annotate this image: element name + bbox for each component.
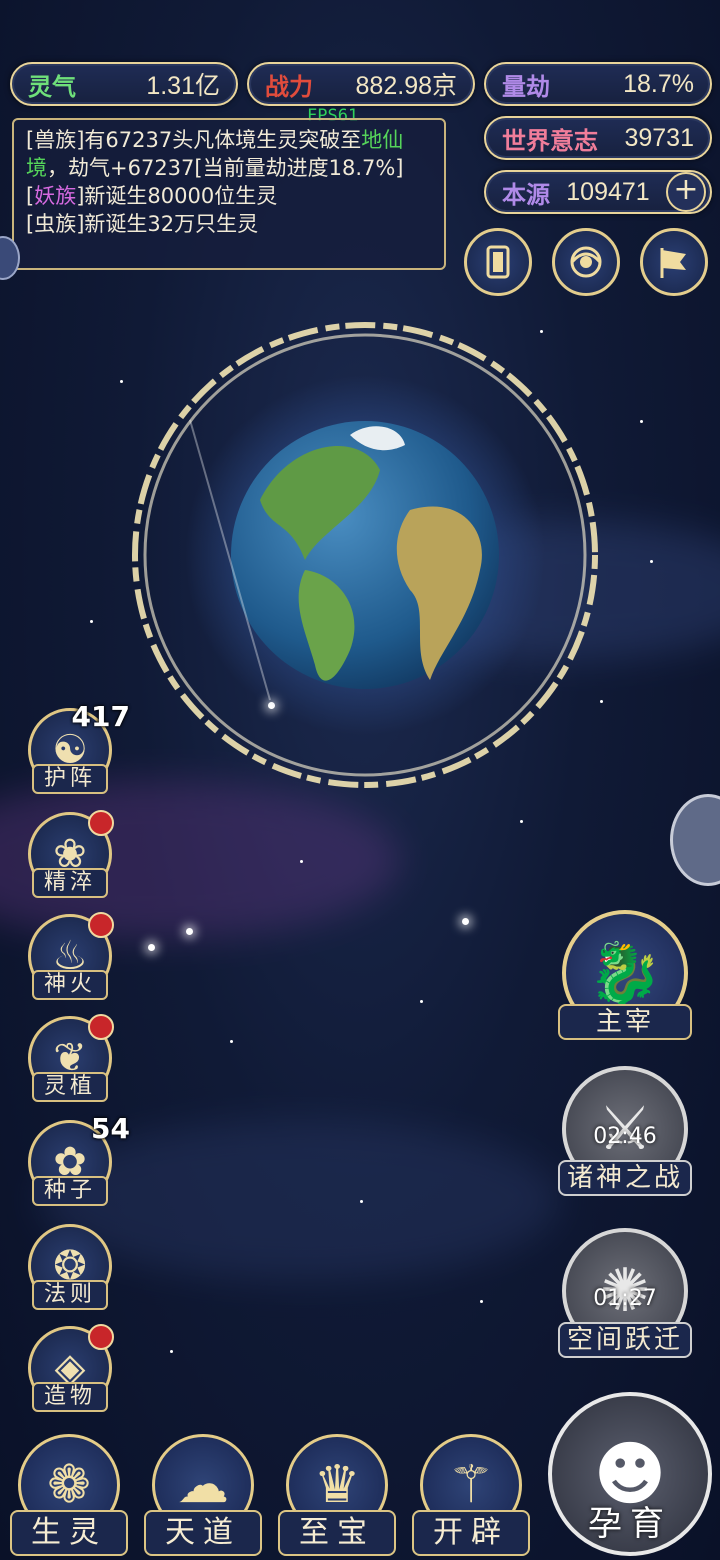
notification-dot xyxy=(88,1324,114,1350)
star xyxy=(360,1200,363,1203)
zhushen-battle-button[interactable]: ⚔ 02:46 诸神之战 xyxy=(558,1066,692,1196)
bottom-tab-label: 生灵 xyxy=(10,1510,128,1556)
space-jump-label: 空间跃迁 xyxy=(558,1322,692,1358)
log-text: ]新诞生80000位生灵 xyxy=(76,184,278,208)
stat-shijie[interactable]: 世界意志 39731 xyxy=(484,116,712,160)
space-jump-button[interactable]: ✺ 01:27 空间跃迁 xyxy=(558,1228,692,1358)
stat-zhanli[interactable]: 战力 882.98京 xyxy=(247,62,475,106)
log-text: [兽族]有67237头凡体境生灵突破至 xyxy=(26,128,362,152)
side-item-label: 造物 xyxy=(32,1382,108,1412)
star xyxy=(640,420,643,423)
stat-lingqi[interactable]: 灵气 1.31亿 xyxy=(10,62,238,106)
stat-zhanli-label: 战力 xyxy=(265,71,313,101)
side-item-jingcui[interactable]: ❀ 精淬 xyxy=(28,810,114,898)
incubate-label: 孕育 xyxy=(588,1504,672,1544)
star xyxy=(120,380,123,383)
notification-dot xyxy=(88,810,114,836)
card-icon xyxy=(486,245,510,279)
star xyxy=(148,944,155,951)
swirl-icon xyxy=(570,246,602,278)
star xyxy=(90,620,93,623)
side-item-label: 护阵 xyxy=(32,764,108,794)
countdown-timer: 01:27 xyxy=(593,1286,657,1311)
stat-liangjie-label: 量劫 xyxy=(502,71,550,101)
star xyxy=(650,560,653,563)
star xyxy=(170,1350,173,1353)
right-edge-handle[interactable] xyxy=(670,794,720,886)
log-text: [ xyxy=(26,184,35,208)
stat-shijie-label: 世界意志 xyxy=(502,125,598,155)
add-benyuan-button[interactable]: + xyxy=(666,172,706,212)
event-log: [兽族]有67237头凡体境生灵突破至地仙境，劫气+67237[当前量劫进度18… xyxy=(12,118,446,270)
swirl-button[interactable] xyxy=(552,228,620,296)
side-item-zaowu[interactable]: ◈ 造物 xyxy=(28,1324,114,1412)
star xyxy=(462,918,469,925)
notification-dot xyxy=(88,912,114,938)
bottom-tab-tiandao[interactable]: ☁ 天道 xyxy=(144,1434,262,1560)
planet-earth[interactable] xyxy=(130,320,600,790)
star xyxy=(480,1300,483,1303)
count-badge: 417 xyxy=(71,700,130,733)
stat-benyuan-label: 本源 xyxy=(502,179,550,209)
stat-liangjie[interactable]: 量劫 18.7% xyxy=(484,62,712,106)
side-item-label: 灵植 xyxy=(32,1072,108,1102)
countdown-timer: 02:46 xyxy=(593,1124,657,1149)
side-item-lingzhi[interactable]: ❦ 灵植 xyxy=(28,1014,114,1102)
side-item-faze[interactable]: ❂ 法则 xyxy=(28,1224,112,1310)
star xyxy=(600,700,603,703)
stat-liangjie-value: 18.7% xyxy=(623,69,694,98)
stat-lingqi-value: 1.31亿 xyxy=(146,72,220,100)
bottom-tab-label: 开辟 xyxy=(412,1510,530,1556)
bottom-tab-label: 天道 xyxy=(144,1510,262,1556)
side-item-label: 神火 xyxy=(32,970,108,1000)
star xyxy=(230,1040,233,1043)
incubate-button[interactable]: ☻ 孕育 xyxy=(548,1392,712,1556)
star xyxy=(420,1000,423,1003)
zhushen-label: 诸神之战 xyxy=(558,1160,692,1196)
stat-lingqi-label: 灵气 xyxy=(28,71,76,101)
notification-dot xyxy=(88,1014,114,1040)
flag-button[interactable] xyxy=(640,228,708,296)
stat-benyuan[interactable]: 本源 109471 + xyxy=(484,170,712,214)
star xyxy=(300,860,303,863)
log-line: [兽族]有67237头凡体境生灵突破至地仙境，劫气+67237[当前量劫进度18… xyxy=(26,126,432,182)
stat-zhanli-value: 882.98京 xyxy=(355,72,457,100)
bottom-tab-kaipi[interactable]: ⚚ 开辟 xyxy=(412,1434,530,1560)
star xyxy=(520,820,523,823)
side-item-huzhen[interactable]: ☯ 417 护阵 xyxy=(28,700,130,794)
flag-icon xyxy=(660,248,686,278)
card-button[interactable] xyxy=(464,228,532,296)
side-item-label: 法则 xyxy=(32,1280,108,1310)
log-text: ，劫气+67237[当前量劫进度18.7%] xyxy=(47,156,404,180)
log-line: [虫族]新诞生32万只生灵 xyxy=(26,212,259,236)
bottom-tab-label: 至宝 xyxy=(278,1510,396,1556)
log-line: [妖族]新诞生80000位生灵 xyxy=(26,182,432,210)
zhuzai-label: 主宰 xyxy=(558,1004,692,1040)
side-item-shenhuo[interactable]: ♨ 神火 xyxy=(28,912,114,1000)
zhuzai-button[interactable]: 🐉 主宰 xyxy=(558,910,692,1040)
stat-shijie-value: 39731 xyxy=(624,123,694,152)
stat-benyuan-value: 109471 xyxy=(566,177,650,206)
side-item-label: 精淬 xyxy=(32,868,108,898)
bottom-tab-zhibao[interactable]: ♛ 至宝 xyxy=(278,1434,396,1560)
count-badge: 54 xyxy=(91,1112,130,1145)
side-item-label: 种子 xyxy=(32,1176,108,1206)
side-item-zhongzi[interactable]: ✿ 54 种子 xyxy=(28,1112,130,1206)
log-tag: 妖族 xyxy=(34,184,77,208)
star xyxy=(186,928,193,935)
bottom-tab-shengling[interactable]: ❁ 生灵 xyxy=(10,1434,128,1560)
